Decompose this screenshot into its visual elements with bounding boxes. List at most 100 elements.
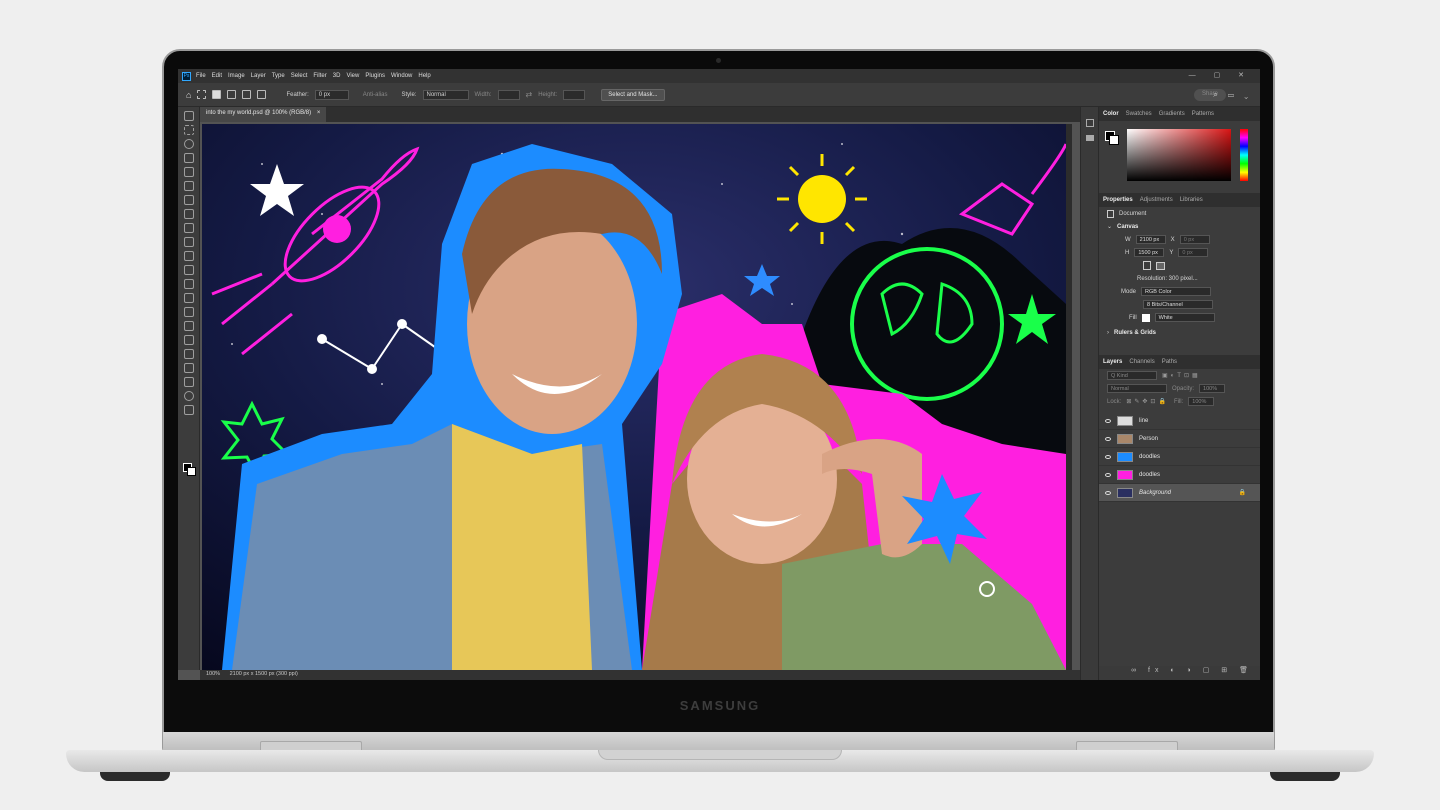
color-picker-field[interactable]: [1127, 129, 1231, 181]
menu-select[interactable]: Select: [291, 73, 308, 79]
marquee-tool-icon[interactable]: [184, 125, 194, 135]
visibility-eye-icon[interactable]: [1105, 436, 1111, 441]
move-tool-icon[interactable]: [184, 111, 194, 121]
height-input[interactable]: [563, 89, 586, 100]
layer-filter-icons[interactable]: ▣◐T⊡▦: [1162, 372, 1201, 379]
lock-icons[interactable]: ⊠✎✥⊡🔒: [1126, 398, 1169, 405]
canvas-x-input[interactable]: 0 px: [1179, 235, 1210, 244]
zoom-tool-icon[interactable]: [184, 391, 194, 401]
type-tool-icon[interactable]: [184, 335, 194, 345]
fill-opacity-input[interactable]: 100%: [1188, 397, 1215, 406]
tab-properties[interactable]: Properties: [1103, 197, 1133, 203]
menu-image[interactable]: Image: [228, 73, 245, 79]
width-input[interactable]: [497, 89, 520, 100]
eraser-tool-icon[interactable]: [184, 265, 194, 275]
comments-panel-icon[interactable]: [1086, 135, 1094, 141]
tab-swatches[interactable]: Swatches: [1126, 111, 1152, 117]
menu-view[interactable]: View: [346, 73, 359, 79]
document-tab[interactable]: into the my world.psd @ 100% (RGB/8) ×: [200, 107, 327, 122]
pen-tool-icon[interactable]: [184, 321, 194, 331]
menu-type[interactable]: Type: [272, 73, 285, 79]
feather-input[interactable]: 0 px: [314, 89, 349, 100]
visibility-eye-icon[interactable]: [1105, 418, 1111, 423]
more-tools-icon[interactable]: [184, 405, 194, 415]
home-icon[interactable]: ⌂: [186, 90, 191, 100]
tab-patterns[interactable]: Patterns: [1192, 111, 1214, 117]
frame-tool-icon[interactable]: [184, 181, 194, 191]
quick-select-tool-icon[interactable]: [184, 153, 194, 163]
tab-paths[interactable]: Paths: [1162, 359, 1177, 365]
clone-stamp-tool-icon[interactable]: [184, 237, 194, 247]
blur-tool-icon[interactable]: [184, 293, 194, 303]
search-and-workspace-icons[interactable]: ⌕ ▭ ⌄: [1213, 90, 1252, 100]
canvas-width-input[interactable]: 2100 px: [1135, 235, 1166, 244]
subtract-selection-icon[interactable]: [242, 90, 252, 99]
visibility-eye-icon[interactable]: [1105, 490, 1111, 495]
tab-gradients[interactable]: Gradients: [1159, 111, 1185, 117]
menu-file[interactable]: File: [196, 73, 206, 79]
canvas-y-input[interactable]: 0 px: [1178, 248, 1209, 257]
mode-select[interactable]: RGB Color: [1141, 287, 1212, 296]
swap-icon[interactable]: ⇄: [526, 90, 533, 99]
opacity-input[interactable]: 100%: [1199, 384, 1226, 393]
intersect-selection-icon[interactable]: [257, 90, 267, 99]
menu-3d[interactable]: 3D: [333, 73, 341, 79]
menu-help[interactable]: Help: [418, 73, 430, 79]
portrait-icon[interactable]: [1143, 261, 1151, 270]
background-color-swatch[interactable]: [1109, 135, 1119, 145]
tab-channels[interactable]: Channels: [1129, 359, 1154, 365]
tab-color[interactable]: Color: [1103, 111, 1119, 117]
anti-alias-checkbox[interactable]: Anti-alias: [363, 92, 388, 98]
menu-plugins[interactable]: Plugins: [365, 73, 385, 79]
marquee-tool-icon[interactable]: [197, 90, 207, 99]
blend-mode-select[interactable]: Normal: [1107, 384, 1167, 393]
lasso-tool-icon[interactable]: [184, 139, 194, 149]
history-brush-tool-icon[interactable]: [184, 251, 194, 261]
window-controls[interactable]: — ▢ ✕: [1189, 71, 1252, 79]
brush-tool-icon[interactable]: [184, 223, 194, 233]
crop-tool-icon[interactable]: [184, 167, 194, 177]
canvas-vertical-scrollbar[interactable]: [1066, 124, 1072, 670]
rulers-section[interactable]: › Rulers & Grids: [1099, 326, 1260, 339]
landscape-icon[interactable]: [1156, 261, 1165, 270]
close-tab-icon[interactable]: ×: [317, 110, 321, 116]
tab-layers[interactable]: Layers: [1103, 359, 1122, 365]
tab-libraries[interactable]: Libraries: [1180, 197, 1203, 203]
layers-footer-icons[interactable]: ∞ fx ◐ ◑ ▢ ⊞ 🗑: [1099, 666, 1260, 680]
dodge-tool-icon[interactable]: [184, 307, 194, 317]
hand-tool-icon[interactable]: [184, 377, 194, 387]
menu-filter[interactable]: Filter: [313, 73, 326, 79]
canvas-height-input[interactable]: 1500 px: [1134, 248, 1165, 257]
fill-select[interactable]: White: [1154, 313, 1215, 322]
document-info[interactable]: 2100 px x 1500 px (300 ppi): [230, 671, 298, 677]
tab-adjustments[interactable]: Adjustments: [1140, 197, 1173, 203]
document-canvas[interactable]: [202, 124, 1066, 670]
new-selection-icon[interactable]: [212, 90, 222, 99]
history-panel-icon[interactable]: [1086, 119, 1094, 127]
layer-row[interactable]: Person: [1099, 430, 1260, 448]
layer-row[interactable]: doodles: [1099, 448, 1260, 466]
layer-row[interactable]: Background 🔒: [1099, 484, 1260, 502]
rectangle-tool-icon[interactable]: [184, 363, 194, 373]
bits-select[interactable]: 8 Bits/Channel: [1143, 300, 1213, 309]
gradient-tool-icon[interactable]: [184, 279, 194, 289]
select-and-mask-button[interactable]: Select and Mask...: [601, 88, 665, 101]
hue-slider[interactable]: [1240, 129, 1248, 181]
eyedropper-tool-icon[interactable]: [184, 195, 194, 205]
add-selection-icon[interactable]: [227, 90, 237, 99]
healing-brush-tool-icon[interactable]: [184, 209, 194, 219]
visibility-eye-icon[interactable]: [1105, 472, 1111, 477]
background-color-swatch[interactable]: [187, 467, 196, 476]
layer-kind-filter[interactable]: Q Kind: [1107, 371, 1157, 380]
menu-layer[interactable]: Layer: [251, 73, 266, 79]
path-selection-tool-icon[interactable]: [184, 349, 194, 359]
fill-swatch[interactable]: [1141, 313, 1150, 322]
zoom-level[interactable]: 100%: [206, 671, 220, 677]
menu-edit[interactable]: Edit: [212, 73, 222, 79]
canvas-section[interactable]: ⌄ Canvas: [1099, 220, 1260, 233]
layer-row[interactable]: line: [1099, 412, 1260, 430]
menu-window[interactable]: Window: [391, 73, 412, 79]
layer-row[interactable]: doodles: [1099, 466, 1260, 484]
visibility-eye-icon[interactable]: [1105, 454, 1111, 459]
style-select[interactable]: Normal: [422, 89, 469, 100]
